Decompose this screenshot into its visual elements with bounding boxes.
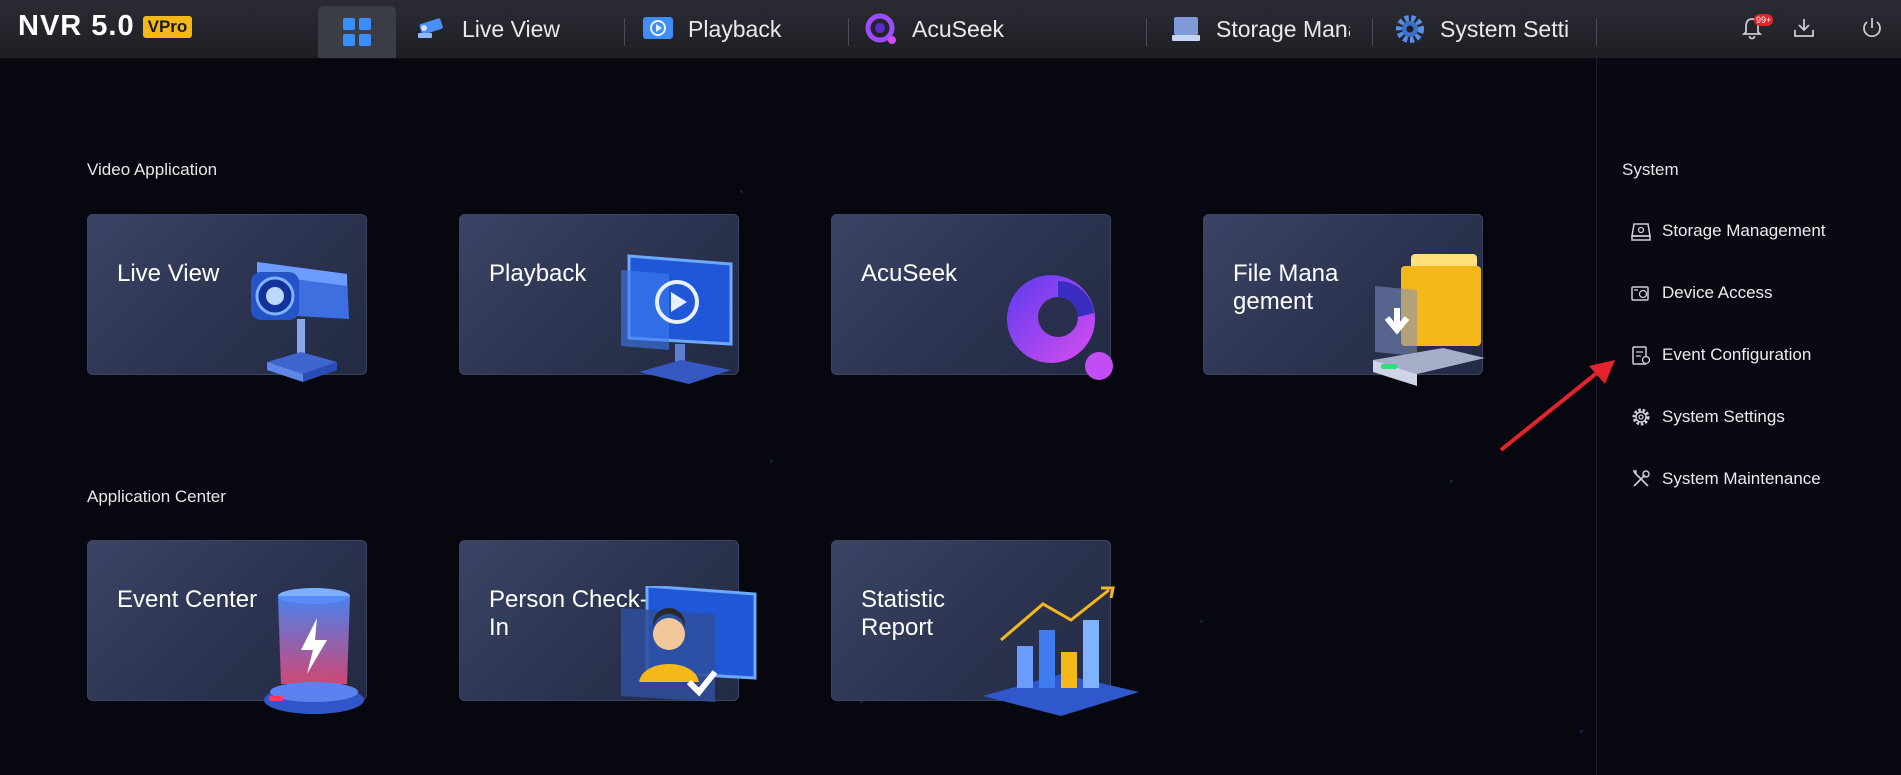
storage-management-icon [1631,223,1651,241]
notification-badge: 99+ [1754,14,1774,26]
tab-label: Playback [688,15,782,42]
power-icon[interactable] [1858,14,1886,42]
card-person-check-in[interactable]: Person Check-In [459,540,757,702]
tab-system-settings[interactable]: System Settin [1392,0,1570,58]
card-playback[interactable]: Playback [459,214,739,384]
security-camera-icon [251,262,349,382]
system-item-storage-management[interactable]: Storage Management [1630,220,1826,242]
tab-label: Live View [462,15,561,42]
system-item-event-configuration[interactable]: Event Configuration [1630,344,1811,366]
tab-playback[interactable]: Playback [640,0,840,58]
tab-label: Storage Mana [1216,15,1350,42]
annotation-arrow-icon [1499,360,1615,452]
system-item-label: Device Access [1662,283,1773,302]
card-acuseek[interactable]: AcuSeek [831,214,1113,380]
event-configuration-icon [1632,346,1651,365]
system-item-label: Event Configuration [1662,345,1812,364]
card-live-view[interactable]: Live View [87,214,367,382]
card-label: Event Center [117,586,258,613]
alarm-light-icon [264,588,364,714]
acuseek-icon [865,13,896,44]
logo-text: NVR 5.0 [18,10,135,42]
system-item-device-access[interactable]: Device Access [1630,282,1773,304]
app-logo: NVR 5.0 VPro [18,10,193,43]
section-title-application-center: Application Center [87,487,226,506]
section-title-video-application: Video Application [87,160,218,179]
card-event-center[interactable]: Event Center [87,540,367,714]
gear-icon [1632,408,1650,426]
top-bar: NVR 5.0 VPro Live View Playback AcuSeek [0,0,1901,59]
acuseek-logo-icon [1007,275,1113,380]
system-item-system-settings[interactable]: System Settings [1630,406,1785,428]
card-file-management[interactable]: File Mana gement [1203,214,1485,386]
system-item-label: Storage Management [1662,221,1826,240]
playback-monitor-icon [621,254,733,384]
tab-acuseek[interactable]: AcuSeek [864,0,1134,58]
download-icon[interactable] [1790,14,1818,42]
card-label: File Mana gement [1233,260,1339,315]
tools-icon [1633,470,1650,487]
system-item-system-maintenance[interactable]: System Maintenance [1630,468,1821,490]
tab-storage-management[interactable]: Storage Mana [1168,0,1350,58]
storage-icon [1172,17,1200,41]
home-grid-icon [343,18,371,46]
device-access-icon [1631,286,1649,301]
file-folder-icon [1373,254,1485,386]
person-check-in-icon [621,586,757,702]
logo-badge: VPro [142,15,193,38]
tab-label: System Settin [1440,15,1570,42]
tab-home[interactable] [318,6,396,58]
tab-live-view[interactable]: Live View [414,0,614,58]
card-statistic-report[interactable]: Statistic Report [831,540,1139,716]
tab-label: AcuSeek [912,15,1005,42]
playback-icon [643,17,673,39]
gear-icon [1396,15,1424,43]
system-item-label: System Settings [1662,407,1785,426]
system-item-label: System Maintenance [1662,469,1821,488]
statistic-chart-icon [983,586,1139,716]
system-panel-title: System [1622,160,1679,179]
camera-icon [418,18,443,38]
